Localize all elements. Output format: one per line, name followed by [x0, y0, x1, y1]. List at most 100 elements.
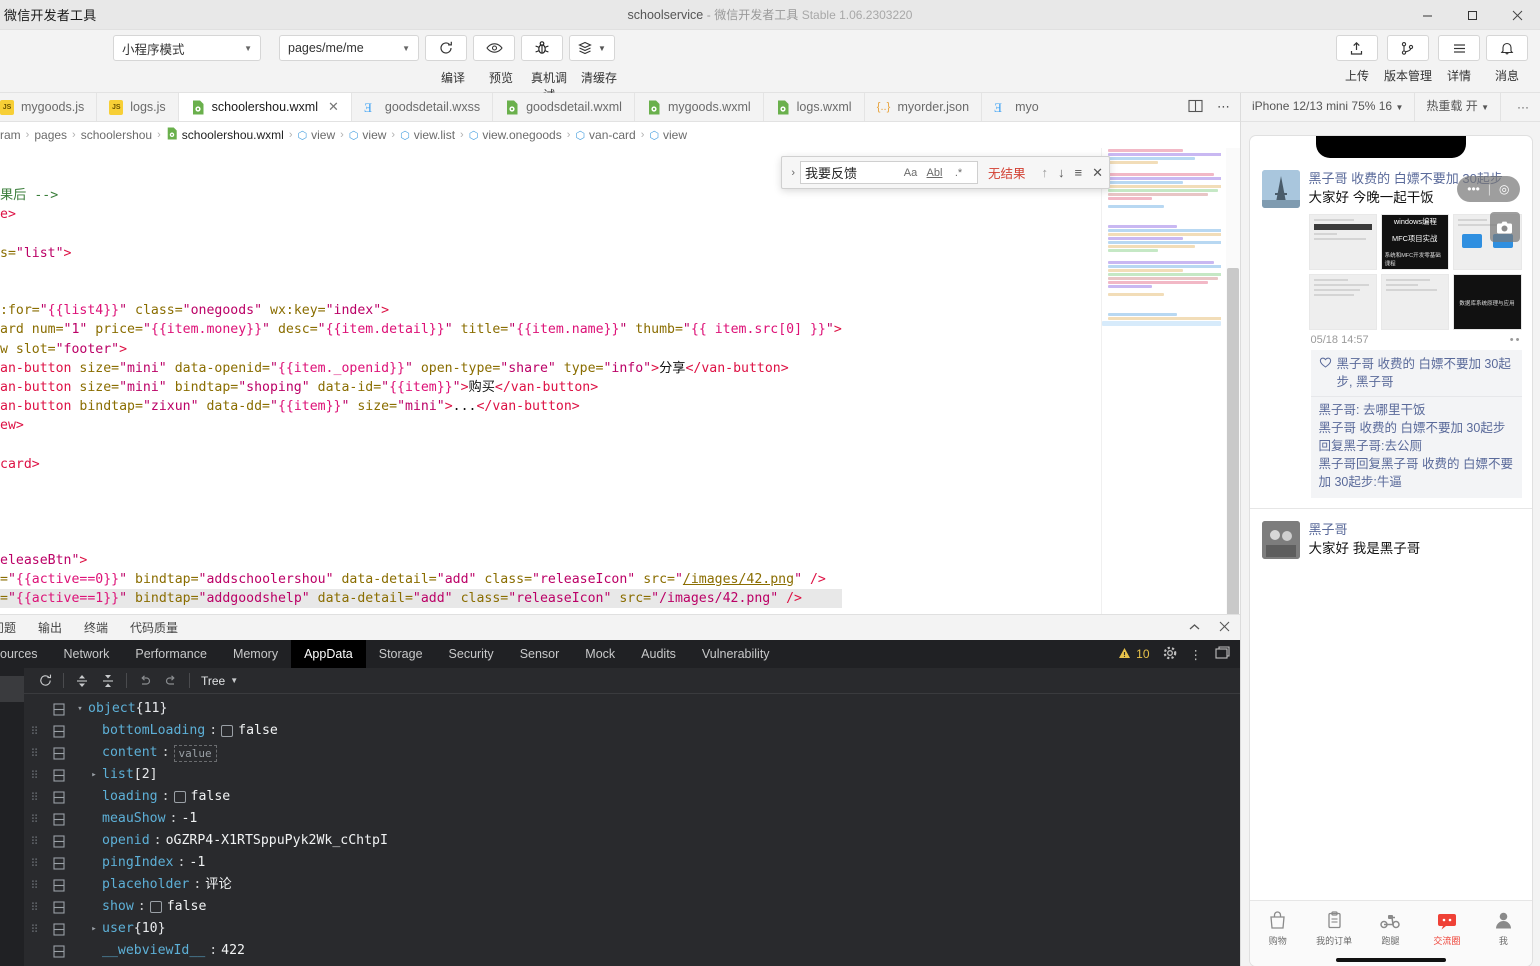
file-tab[interactable]: JS logs.js: [97, 93, 179, 121]
tab-network[interactable]: Network: [51, 640, 123, 668]
find-widget[interactable]: › 我要反馈 Aa Abl .* 无结果 ↑ ↓ ≡ ✕: [781, 156, 1110, 189]
code-line[interactable]: [0, 493, 842, 512]
copy-icon[interactable]: [46, 724, 72, 738]
tab-appdata[interactable]: AppData: [291, 640, 366, 668]
match-case-icon[interactable]: Aa: [901, 163, 920, 182]
collapsed-arrow-icon[interactable]: ▸: [86, 918, 102, 940]
find-in-selection-icon[interactable]: ≡: [1075, 165, 1083, 180]
page-select[interactable]: pages/me/me ▼: [279, 35, 419, 61]
code-line[interactable]: [0, 435, 842, 454]
tab-audits[interactable]: Audits: [628, 640, 689, 668]
code-line[interactable]: an-button size="mini" data-openid="{{ite…: [0, 359, 842, 378]
drag-handle-icon[interactable]: ⠿: [24, 726, 46, 737]
copy-icon[interactable]: [46, 834, 72, 848]
tab-security[interactable]: Security: [436, 640, 507, 668]
tree-value[interactable]: -1: [189, 852, 205, 874]
comment-item[interactable]: 黑子哥: 去哪里干饭: [1319, 401, 1514, 419]
breadcrumb-item[interactable]: ⬡ view: [298, 128, 336, 142]
tab-storage[interactable]: Storage: [366, 640, 436, 668]
file-tab[interactable]: mygoods.wxml: [634, 93, 764, 121]
compile-button[interactable]: [425, 35, 467, 61]
tree-row[interactable]: ▾ object {11}: [24, 698, 1240, 720]
undo-icon[interactable]: [132, 670, 158, 692]
tree-value[interactable]: false: [238, 720, 278, 742]
breadcrumb-item[interactable]: pages: [34, 128, 67, 142]
avatar[interactable]: [1261, 170, 1300, 208]
hot-reload-select[interactable]: 热重载 开 ▼: [1415, 92, 1501, 122]
collapse-panel-icon[interactable]: [1188, 620, 1201, 635]
editor-minimap[interactable]: [1101, 148, 1221, 614]
tab-performance[interactable]: Performance: [122, 640, 220, 668]
tabbar-item-shopping[interactable]: 购物: [1250, 910, 1306, 947]
tabbar-item-me[interactable]: 我: [1475, 910, 1531, 947]
tree-row[interactable]: ⠿ placeholder: 评论: [24, 874, 1240, 896]
code-line[interactable]: ="{{active==1}}" bindtap="addgoodshelp" …: [0, 588, 842, 609]
tab-mock[interactable]: Mock: [572, 640, 628, 668]
breadcrumb-item[interactable]: schoolershou: [81, 128, 152, 142]
file-tab[interactable]: JS mygoods.js: [0, 93, 98, 121]
code-line[interactable]: card>: [0, 455, 842, 474]
expand-find-icon[interactable]: ›: [786, 167, 800, 179]
tree-row[interactable]: ⠿ openid: oGZRP4-X1RTSppuPyk2Wk_cChtpI: [24, 830, 1240, 852]
code-line[interactable]: [0, 512, 842, 531]
tab-sources[interactable]: ources: [0, 640, 51, 668]
copy-icon[interactable]: [46, 812, 72, 826]
breadcrumb-item[interactable]: ⬡ van-card: [575, 128, 635, 142]
drag-handle-icon[interactable]: ⠿: [24, 924, 46, 935]
expanded-arrow-icon[interactable]: ▾: [72, 698, 88, 720]
dock-side-icon[interactable]: [1215, 646, 1230, 662]
code-line[interactable]: w slot="footer">: [0, 340, 842, 359]
code-line[interactable]: e>: [0, 205, 842, 224]
tab-problems[interactable]: 问题: [0, 619, 16, 636]
regex-icon[interactable]: .*: [949, 163, 968, 182]
find-input[interactable]: 我要反馈 Aa Abl .*: [799, 161, 978, 184]
file-tab[interactable]: logs.wxml: [763, 93, 865, 121]
tab-terminal[interactable]: 终端: [84, 619, 108, 636]
preview-button[interactable]: [473, 35, 515, 61]
code-line[interactable]: an-button size="mini" bindtap="shoping" …: [0, 378, 842, 397]
code-line[interactable]: ard num="1" price="{{item.money}}" desc=…: [0, 320, 842, 339]
breadcrumb-item[interactable]: ⬡ view: [649, 128, 687, 142]
redo-icon[interactable]: [158, 670, 184, 692]
tab-sensor[interactable]: Sensor: [507, 640, 573, 668]
code-line[interactable]: 果后 -->: [0, 186, 842, 205]
copy-icon[interactable]: [46, 768, 72, 782]
minimize-button[interactable]: [1405, 0, 1450, 30]
tree-value[interactable]: false: [191, 786, 231, 808]
collapsed-arrow-icon[interactable]: ▸: [86, 764, 102, 786]
code-line[interactable]: [0, 224, 842, 243]
settings-gear-icon[interactable]: [1163, 646, 1177, 663]
scrollbar-thumb[interactable]: [1227, 268, 1239, 614]
drag-handle-icon[interactable]: ⠿: [24, 858, 46, 869]
post-image[interactable]: 数据库系统原理与应用: [1453, 274, 1522, 330]
tree-row[interactable]: __webviewId__:422: [24, 940, 1240, 962]
more-options-icon[interactable]: ⋮: [1190, 647, 1203, 662]
file-tab-active[interactable]: schoolershou.wxml ✕: [178, 93, 352, 121]
editor-scrollbar[interactable]: [1226, 148, 1240, 614]
copy-icon[interactable]: [46, 878, 72, 892]
drag-handle-icon[interactable]: ⠿: [24, 770, 46, 781]
close-panel-icon[interactable]: [1219, 620, 1230, 635]
tab-output[interactable]: 输出: [38, 619, 62, 636]
tree-row[interactable]: ⠿ pingIndex: -1: [24, 852, 1240, 874]
code-editor[interactable]: 果后 --> e> s="list"> :for="{{list4}}" clas…: [0, 148, 1240, 614]
device-select[interactable]: iPhone 12/13 mini 75% 16 ▼: [1241, 92, 1416, 122]
copy-icon[interactable]: [46, 922, 72, 936]
split-editor-icon[interactable]: [1188, 99, 1203, 116]
code-line[interactable]: [0, 263, 842, 282]
copy-icon[interactable]: [46, 944, 72, 958]
appdata-tree[interactable]: ▾ object {11} ⠿ bottomLoading: false ⠿ content…: [24, 694, 1240, 966]
message-button[interactable]: [1486, 35, 1528, 61]
tree-value[interactable]: 422: [221, 940, 245, 962]
tree-checkbox[interactable]: [173, 791, 186, 803]
whole-word-icon[interactable]: Abl: [925, 163, 944, 182]
find-next-icon[interactable]: ↓: [1058, 165, 1065, 180]
copy-icon[interactable]: [46, 746, 72, 760]
drag-handle-icon[interactable]: ⠿: [24, 902, 46, 913]
post-image[interactable]: [1308, 274, 1377, 330]
drag-handle-icon[interactable]: ⠿: [24, 748, 46, 759]
code-content[interactable]: 果后 --> e> s="list"> :for="{{list4}}" clas…: [0, 186, 842, 609]
maximize-button[interactable]: [1450, 0, 1495, 30]
file-tab[interactable]: {..} myorder.json: [864, 93, 983, 121]
tree-value-input[interactable]: value: [173, 744, 217, 762]
